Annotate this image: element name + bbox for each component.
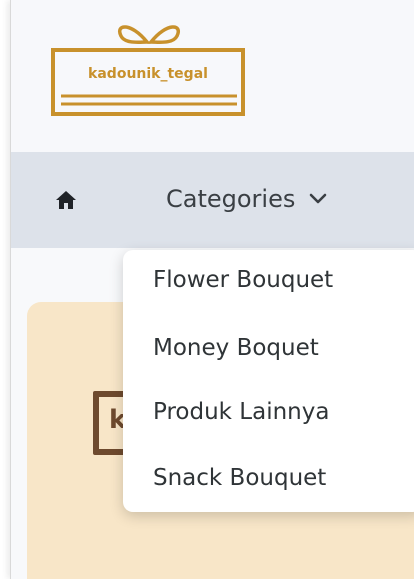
- dropdown-item-snack-bouquet[interactable]: Snack Bouquet: [153, 458, 326, 498]
- dropdown-item-produk-lainnya[interactable]: Produk Lainnya: [153, 392, 329, 432]
- chevron-down-icon: [309, 193, 327, 205]
- categories-dropdown-menu: Flower Bouquet Money Boquet Produk Lainn…: [123, 250, 414, 512]
- categories-dropdown-toggle[interactable]: Categories: [166, 184, 327, 214]
- categories-label: Categories: [166, 185, 296, 213]
- navbar: Categories: [11, 152, 414, 248]
- site-logo[interactable]: kadounik_tegal: [51, 20, 245, 118]
- home-icon[interactable]: [55, 190, 77, 210]
- browser-frame: kadounik_tegal Categories k Flower Bouqu…: [10, 0, 414, 579]
- logo-text: kadounik_tegal: [88, 66, 208, 82]
- dropdown-item-flower-bouquet[interactable]: Flower Bouquet: [153, 260, 333, 300]
- dropdown-item-money-boquet[interactable]: Money Boquet: [153, 328, 319, 368]
- site-header: kadounik_tegal: [11, 0, 414, 152]
